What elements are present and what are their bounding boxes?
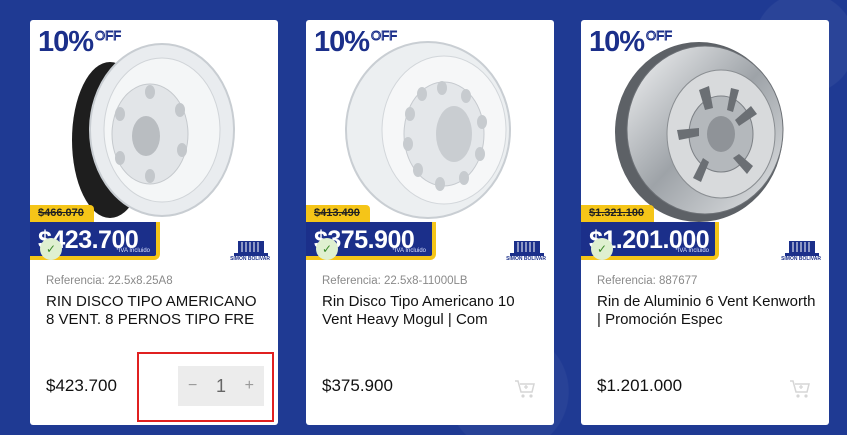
brand-name: SIMON BOLIVAR [781, 256, 821, 262]
old-price: $1.321.100 [581, 205, 655, 223]
product-image[interactable] [30, 30, 278, 230]
brand-name: SIMON BOLIVAR [230, 256, 270, 262]
product-title[interactable]: Rin de Aluminio 6 Vent Kenworth | Promoc… [597, 293, 819, 329]
old-price: $466.070 [30, 205, 94, 223]
check-icon: ✓ [316, 238, 338, 260]
product-title[interactable]: Rin Disco Tipo Americano 10 Vent Heavy M… [322, 293, 544, 329]
quantity-stepper: − 1 + [178, 366, 264, 406]
product-reference: Referencia: 22.5x8-11000LB [322, 275, 468, 287]
cart-icon[interactable] [514, 379, 536, 399]
product-card[interactable]: 10% OFF $466.070 $423.700 *IVA Incluido ✓… [30, 20, 278, 425]
product-price: $375.900 [322, 376, 393, 395]
check-icon: ✓ [591, 238, 613, 260]
check-icon: ✓ [40, 238, 62, 260]
product-card[interactable]: 10% OFF $413.490 $375.900 *IVA Incluido ✓… [306, 20, 554, 425]
product-reference: Referencia: 22.5x8.25A8 [46, 275, 173, 287]
quantity-value[interactable]: 1 [216, 376, 226, 397]
brand-name: SIMON BOLIVAR [506, 256, 546, 262]
product-card[interactable]: 10% OFF $1.321.100 $1.201.000 *IVA Inclui… [581, 20, 829, 425]
product-image[interactable] [306, 30, 554, 230]
product-image[interactable] [581, 30, 829, 230]
product-price: $1.201.000 [597, 376, 683, 395]
cart-icon[interactable] [789, 379, 811, 399]
product-price: $423.700 [46, 376, 117, 395]
old-price: $413.490 [306, 205, 370, 223]
decrement-button[interactable]: − [188, 377, 197, 395]
increment-button[interactable]: + [245, 377, 254, 395]
product-title[interactable]: RIN DISCO TIPO AMERICANO 8 VENT. 8 PERNO… [46, 293, 268, 329]
product-reference: Referencia: 887677 [597, 275, 698, 287]
